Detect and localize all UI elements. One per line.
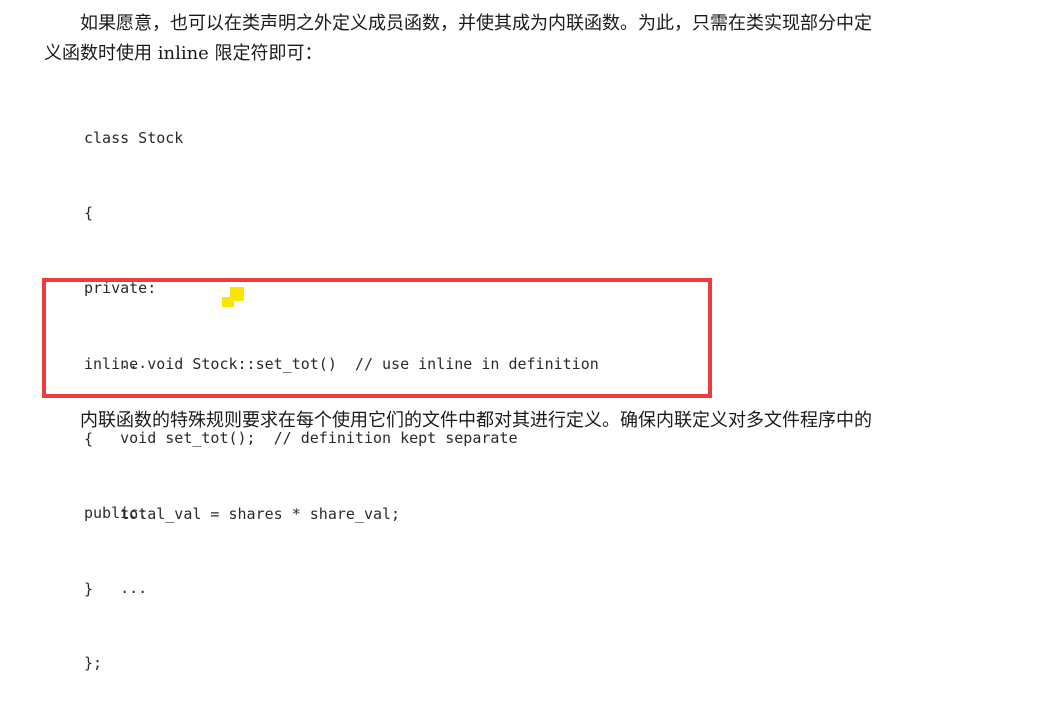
paragraph-intro-line-1: 如果愿意，也可以在类声明之外定义成员函数，并使其成为内联函数。为此，只需在类实现… <box>80 13 872 34</box>
highlighter-cursor-icon <box>222 287 244 307</box>
code-line: class Stock <box>84 129 184 147</box>
code-line: }; <box>84 654 103 672</box>
code-line: { <box>84 204 94 222</box>
code-line: inline void Stock::set_tot() // use inli… <box>84 355 599 373</box>
paragraph-intro-line-2: 义函数时使用 inline 限定符即可： <box>44 43 323 64</box>
code-block-inline-definition: inline void Stock::set_tot() // use inli… <box>84 302 599 627</box>
code-line: } <box>84 580 94 598</box>
code-line: total_val = shares * share_val; <box>84 505 401 523</box>
paragraph-next: 内联函数的特殊规则要求在每个使用它们的文件中都对其进行定义。确保内联定义对多文件… <box>80 410 872 431</box>
